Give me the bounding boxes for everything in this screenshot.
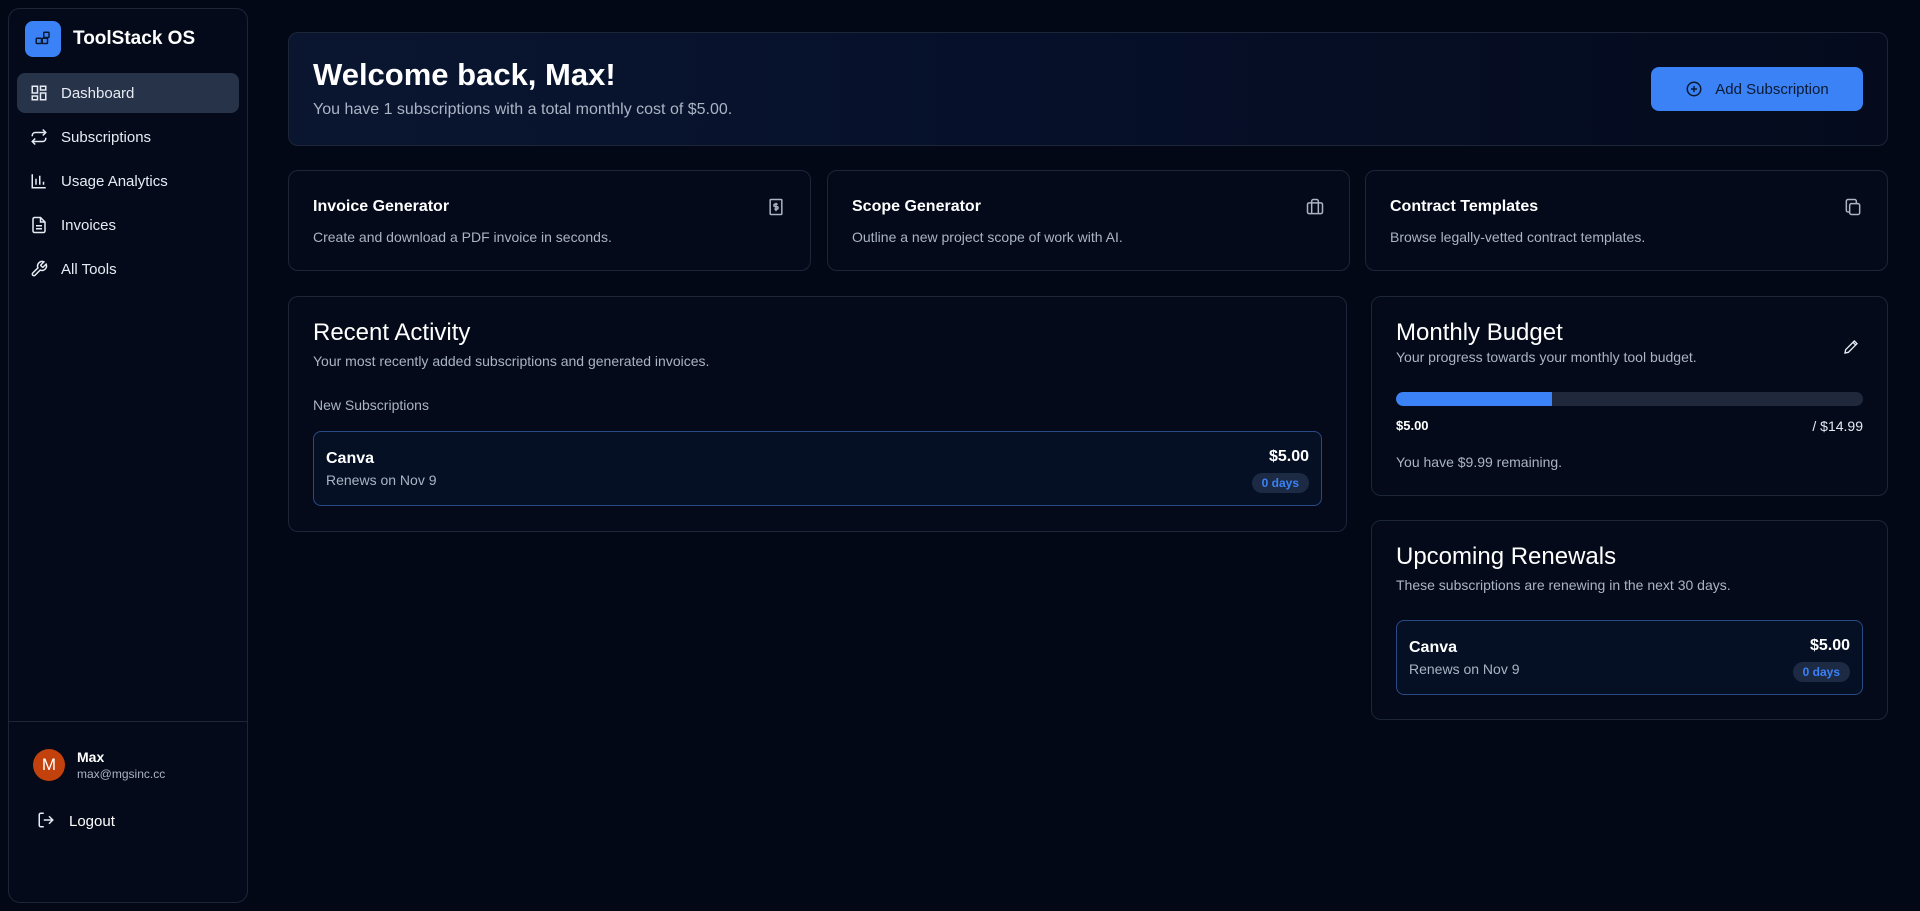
tool-title: Invoice Generator [313,198,450,215]
subscription-price: $5.00 [1268,448,1309,465]
new-subscriptions-label: New Subscriptions [313,397,429,413]
monthly-budget-subtitle: Your progress towards your monthly tool … [1396,349,1697,365]
sidebar: ToolStack OS Dashboard Subscriptions Usa… [8,8,248,903]
subscription-name: Canva [1409,639,1458,656]
copy-icon [1843,197,1863,217]
monthly-budget-title: Monthly Budget [1396,319,1563,346]
receipt-dollar-icon [766,197,786,217]
app-logo-icon [25,21,61,57]
list-item[interactable]: Canva Renews on Nov 9 $5.00 0 days [313,431,1322,506]
sidebar-item-label: Invoices [61,216,117,234]
budget-limit: / $14.99 [1812,418,1863,434]
sidebar-item-usage-analytics[interactable]: Usage Analytics [17,161,239,201]
monthly-budget-card: Monthly Budget Your progress towards you… [1371,296,1888,496]
sidebar-item-label: Subscriptions [61,128,152,146]
sidebar-nav: Dashboard Subscriptions Usage Analytics … [17,73,239,293]
contract-templates-card[interactable]: Contract Templates Browse legally-vetted… [1365,170,1888,271]
bar-chart-icon [29,171,49,191]
sidebar-item-all-tools[interactable]: All Tools [17,249,239,289]
subscription-renewal: Renews on Nov 9 [1409,661,1520,677]
welcome-subtitle: You have 1 subscriptions with a total mo… [313,101,733,118]
brand[interactable]: ToolStack OS [25,21,195,57]
sidebar-item-dashboard[interactable]: Dashboard [17,73,239,113]
recent-activity-title: Recent Activity [313,319,471,346]
budget-spent: $5.00 [1396,418,1429,433]
wrench-icon [29,259,49,279]
add-subscription-label: Add Subscription [1715,80,1829,98]
recent-activity-card: Recent Activity Your most recently added… [288,296,1347,532]
user-email: max@mgsinc.cc [77,767,166,781]
upcoming-renewals-subtitle: These subscriptions are renewing in the … [1396,577,1731,593]
tool-title: Scope Generator [852,198,981,215]
sidebar-item-label: All Tools [61,260,117,278]
upcoming-renewals-card: Upcoming Renewals These subscriptions ar… [1371,520,1888,720]
repeat-icon [29,127,49,147]
pencil-icon [1843,339,1859,360]
invoice-generator-card[interactable]: Invoice Generator Create and download a … [288,170,811,271]
plus-circle-icon [1685,80,1703,98]
briefcase-icon [1305,197,1325,217]
status-badge: 0 days [1251,473,1309,493]
status-badge: 0 days [1792,662,1850,682]
budget-progress-fill [1396,392,1552,406]
user-name: Max [77,749,105,765]
logout-label: Logout [69,812,115,830]
sidebar-divider [9,721,247,722]
budget-progress-bar [1396,392,1863,406]
budget-remaining: You have $9.99 remaining. [1396,454,1563,470]
add-subscription-button[interactable]: Add Subscription [1651,67,1863,111]
sidebar-item-label: Usage Analytics [61,172,168,190]
avatar: M [33,749,65,781]
subscription-renewal: Renews on Nov 9 [326,472,437,488]
tool-description: Create and download a PDF invoice in sec… [313,229,612,245]
upcoming-renewals-title: Upcoming Renewals [1396,543,1617,570]
edit-budget-button[interactable] [1839,337,1863,361]
logout-button[interactable]: Logout [37,811,115,831]
sidebar-item-label: Dashboard [61,84,135,102]
dashboard-icon [29,83,49,103]
app-name: ToolStack OS [73,28,196,49]
file-text-icon [29,215,49,235]
subscription-name: Canva [326,450,375,467]
scope-generator-card[interactable]: Scope Generator Outline a new project sc… [827,170,1350,271]
list-item[interactable]: Canva Renews on Nov 9 $5.00 0 days [1396,620,1863,695]
user-profile[interactable]: M Max max@mgsinc.cc [33,749,165,781]
subscription-price: $5.00 [1809,637,1850,654]
tool-title: Contract Templates [1390,198,1539,215]
sidebar-item-invoices[interactable]: Invoices [17,205,239,245]
welcome-banner: Welcome back, Max! You have 1 subscripti… [288,32,1888,146]
logout-icon [37,811,57,831]
sidebar-item-subscriptions[interactable]: Subscriptions [17,117,239,157]
page-title: Welcome back, Max! [313,57,616,92]
tool-description: Browse legally-vetted contract templates… [1390,229,1646,245]
recent-activity-subtitle: Your most recently added subscriptions a… [313,353,710,369]
tool-description: Outline a new project scope of work with… [852,229,1123,245]
